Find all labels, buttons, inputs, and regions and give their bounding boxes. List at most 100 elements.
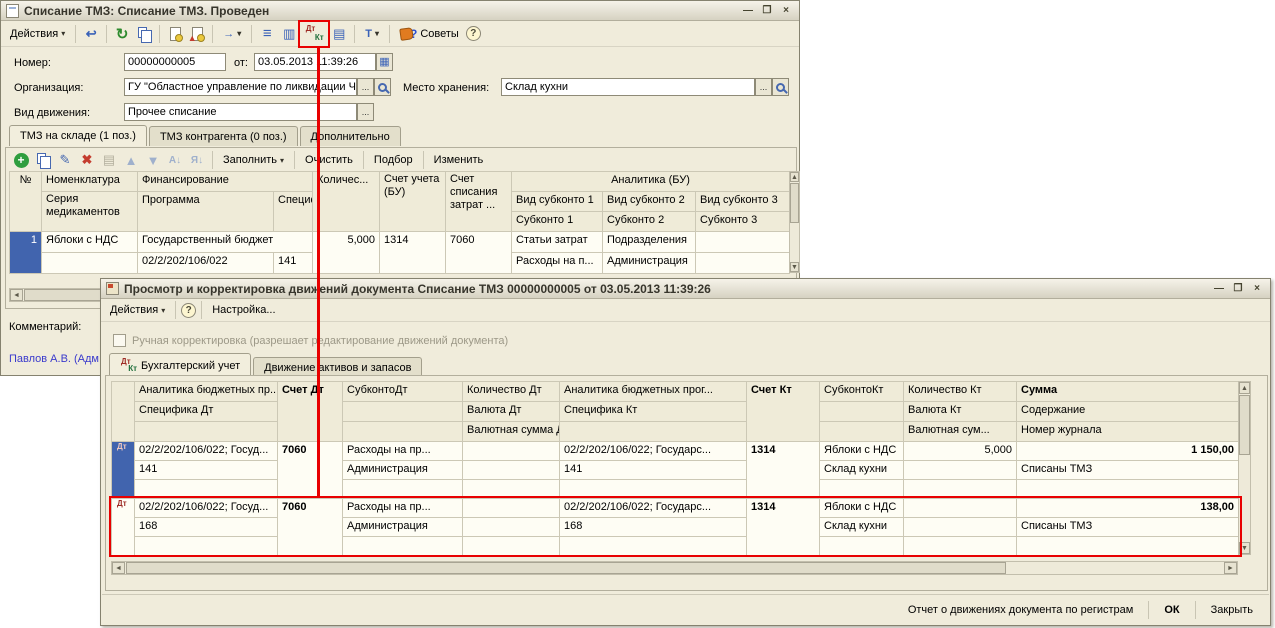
move-down-icon[interactable]: ▼	[143, 150, 163, 170]
organization-input[interactable]: ГУ "Областное управление по ликвидации Ч	[124, 78, 357, 96]
grid-cell-program[interactable]: 02/2/202/106/022	[138, 253, 274, 274]
col-header[interactable]	[135, 422, 278, 442]
movements-window-titlebar[interactable]: Просмотр и корректировка движений докуме…	[101, 279, 1270, 299]
add-row-icon[interactable]: +	[11, 150, 31, 170]
col-header-num[interactable]: №	[10, 172, 42, 232]
grid-cell-subconto-dt2[interactable]: Администрация	[343, 461, 463, 480]
col-header-program[interactable]: Программа	[138, 192, 274, 232]
col-header-qty[interactable]: Количес...	[313, 172, 380, 232]
tab-assets-movement[interactable]: Движение активов и запасов	[253, 357, 422, 377]
col-header-series[interactable]: Серия медикаментов	[42, 192, 138, 232]
movements-hscrollbar[interactable]: ◄ ►	[111, 561, 1238, 575]
grid-cell-analytics-kt[interactable]: 02/2/202/106/022; Государс...	[560, 442, 747, 461]
row-number-cell[interactable]: 1	[10, 232, 42, 274]
move-up-icon[interactable]: ▲	[121, 150, 141, 170]
organization-search-button[interactable]	[374, 78, 391, 96]
col-header-analytics[interactable]: Аналитика (БУ)	[512, 172, 790, 192]
minimize-button[interactable]: —	[1211, 282, 1227, 296]
unpost-document-icon[interactable]: ▲	[187, 24, 207, 44]
grid-vscrollbar[interactable]: ▲ ▼	[789, 171, 800, 273]
col-header-row-marker[interactable]	[112, 382, 135, 442]
grid-cell-financing[interactable]: Государственный бюджет	[138, 232, 313, 253]
scroll-up-arrow[interactable]: ▲	[1239, 382, 1250, 394]
scroll-down-arrow[interactable]: ▼	[790, 262, 799, 272]
grid-cell-subconto-kt2[interactable]: Склад кухни	[820, 461, 904, 480]
fill-button[interactable]: Заполнить ▾	[218, 152, 289, 168]
movement-type-input[interactable]: Прочее списание	[124, 103, 357, 121]
col-header-subk-type2[interactable]: Вид субконто 2	[603, 192, 696, 212]
col-header-subk-type3[interactable]: Вид субконто 3	[696, 192, 790, 212]
edit-row-icon[interactable]: ✎	[55, 150, 75, 170]
advice-button[interactable]: ? Советы	[395, 25, 464, 43]
storage-select-button[interactable]: ...	[755, 78, 772, 96]
scroll-left-arrow[interactable]: ◄	[112, 562, 125, 574]
number-input[interactable]: 00000000005	[124, 53, 226, 71]
sort-asc-icon[interactable]: А↓	[165, 150, 185, 170]
grid-cell[interactable]	[463, 442, 560, 461]
copy-document-icon[interactable]	[134, 24, 154, 44]
save-close-icon[interactable]: ↩	[81, 24, 101, 44]
col-header-account-kt[interactable]: Счет Кт	[747, 382, 820, 442]
grid-cell[interactable]	[696, 232, 790, 253]
col-header[interactable]	[820, 402, 904, 422]
delete-row-icon[interactable]: ✖	[77, 150, 97, 170]
col-header-subk2[interactable]: Субконто 2	[603, 212, 696, 232]
tab-tmz-counterparty[interactable]: ТМЗ контрагента (0 поз.)	[149, 126, 298, 146]
calendar-button[interactable]: ▦	[376, 53, 393, 71]
grid-cell[interactable]	[463, 461, 560, 480]
col-header-currency-dt[interactable]: Валюта Дт	[463, 402, 560, 422]
filter-icon[interactable]: Т▾	[360, 26, 384, 42]
col-header[interactable]	[820, 422, 904, 442]
sort-desc-icon[interactable]: Я↓	[187, 150, 207, 170]
scroll-thumb[interactable]	[126, 562, 1006, 574]
col-header-cost-account[interactable]: Счет списания затрат ...	[446, 172, 512, 232]
document-structure-icon[interactable]: ≡	[257, 24, 277, 44]
organization-select-button[interactable]: ...	[357, 78, 374, 96]
col-header-account[interactable]: Счет учета (БУ)	[380, 172, 446, 232]
grid-cell-spec-dt[interactable]: 141	[135, 461, 278, 480]
responsible-user-link[interactable]: Павлов А.В. (Адм	[9, 353, 99, 365]
col-header-analytics-dt[interactable]: Аналитика бюджетных пр...	[135, 382, 278, 402]
actions-menu-button[interactable]: Действия ▾	[5, 26, 70, 42]
grid-cell-subk2[interactable]: Администрация	[603, 253, 696, 274]
goto-menu-icon[interactable]: →▾	[218, 26, 246, 42]
close-button[interactable]: ×	[1249, 282, 1265, 296]
col-header-financing[interactable]: Финансирование	[138, 172, 313, 192]
col-header-currency-sum-dt[interactable]: Валютная сумма Дт	[463, 422, 560, 442]
grid-cell[interactable]	[904, 461, 1017, 480]
minimize-button[interactable]: —	[740, 4, 756, 18]
col-header-analytics-kt[interactable]: Аналитика бюджетных прог...	[560, 382, 747, 402]
grid-cell-subk-type2[interactable]: Подразделения	[603, 232, 696, 253]
col-header-currency-sum-kt[interactable]: Валютная сум...	[904, 422, 1017, 442]
col-header-qty-kt[interactable]: Количество Кт	[904, 382, 1017, 402]
tab-additional[interactable]: Дополнительно	[300, 126, 401, 146]
report-movements-button[interactable]: Отчет о движениях документа по регистрам	[900, 601, 1142, 619]
grid-cell[interactable]	[696, 253, 790, 274]
grid-cell-subconto-dt[interactable]: Расходы на пр...	[343, 442, 463, 461]
col-header-spec-dt[interactable]: Специфика Дт	[135, 402, 278, 422]
col-header-spec[interactable]: Специф..	[274, 192, 313, 232]
col-header-subk-type1[interactable]: Вид субконто 1	[512, 192, 603, 212]
scroll-up-arrow[interactable]: ▲	[790, 172, 799, 182]
grid-cell-account-dt[interactable]: 7060	[278, 442, 343, 499]
grid-cell-spec[interactable]: 141	[274, 253, 313, 274]
manual-correction-checkbox[interactable]	[113, 334, 126, 347]
grid-cell[interactable]	[42, 253, 138, 274]
grid-cell-subk-type1[interactable]: Статьи затрат	[512, 232, 603, 253]
close-dialog-button[interactable]: Закрыть	[1203, 601, 1261, 619]
close-button[interactable]: ×	[778, 4, 794, 18]
col-header-qty-dt[interactable]: Количество Дт	[463, 382, 560, 402]
refresh-document-icon[interactable]: ↻	[112, 24, 132, 44]
col-header-subconto-kt[interactable]: СубконтоКт	[820, 382, 904, 402]
date-input[interactable]: 03.05.2013 11:39:26	[254, 53, 376, 71]
list-settings-icon[interactable]: ▥	[279, 24, 299, 44]
grid-cell-sum[interactable]: 1 150,00	[1017, 442, 1239, 461]
grid-cell-subk1[interactable]: Расходы на п...	[512, 253, 603, 274]
settings-button[interactable]: Настройка...	[207, 302, 280, 318]
actions-menu-button[interactable]: Действия ▾	[105, 302, 170, 318]
scroll-thumb[interactable]	[790, 183, 799, 223]
col-header-sum[interactable]: Сумма	[1017, 382, 1239, 402]
grid-cell-qty[interactable]: 5,000	[313, 232, 380, 274]
col-header-subk1[interactable]: Субконто 1	[512, 212, 603, 232]
scroll-right-arrow[interactable]: ►	[1224, 562, 1237, 574]
